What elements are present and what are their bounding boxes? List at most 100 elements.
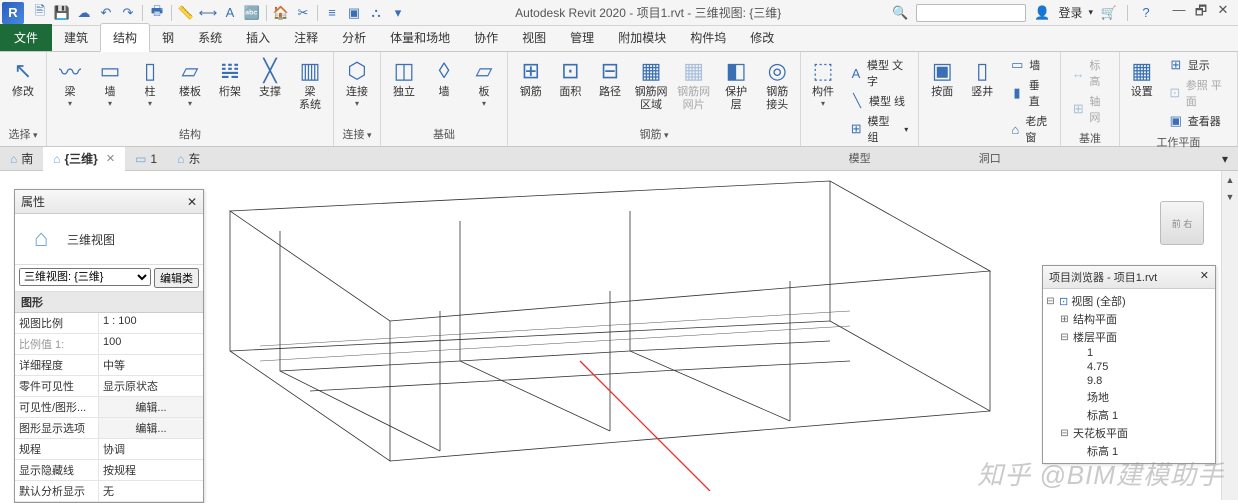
scrollbar-vertical[interactable]: ▲ ▼ (1221, 171, 1238, 500)
browser-close-icon[interactable]: ✕ (1200, 269, 1209, 285)
op-vert-button[interactable]: ▮垂直 (1005, 76, 1054, 110)
viewtab-dd[interactable]: ▾ (1212, 147, 1238, 171)
viewport[interactable]: 前 右 ◉ ✋ 🔍 ⟲ 属性✕ ⌂ 三维视图 三维视图: {三维} 编辑类 图形… (0, 171, 1238, 500)
tree-level1b[interactable]: 标高 1 (1045, 406, 1213, 424)
prop-gdo[interactable]: 图形显示选项编辑... (15, 418, 203, 439)
qat-thin-icon[interactable]: ≡ (322, 3, 342, 23)
close-tab-icon[interactable]: ✕ (106, 152, 115, 165)
model-text-button[interactable]: A模型 文字 (845, 56, 912, 90)
instance-selector[interactable]: 三维视图: {三维} (19, 268, 151, 286)
tab-massing[interactable]: 体量和场地 (378, 24, 462, 51)
tab-collaborate[interactable]: 协作 (462, 24, 510, 51)
connection-button[interactable]: ⬡连接▾ (338, 54, 376, 110)
close-button[interactable]: ✕ (1214, 2, 1232, 24)
beam-system-button[interactable]: ▥梁 系统 (291, 54, 329, 114)
qat-text-icon[interactable]: 🔤 (242, 3, 262, 23)
tree-level-98[interactable]: 9.8 (1045, 374, 1213, 388)
tab-manage[interactable]: 管理 (558, 24, 606, 51)
prop-vg[interactable]: 可见性/图形...编辑... (15, 397, 203, 418)
panel-select[interactable]: 选择 (4, 124, 42, 144)
qat-open-icon[interactable]: 🖹 (30, 3, 50, 23)
prop-hidden-lines[interactable]: 显示隐藏线按规程 (15, 460, 203, 481)
wall-button[interactable]: ▭墙▾ (91, 54, 129, 110)
set-button[interactable]: ▦设置 (1124, 54, 1160, 101)
by-face-button[interactable]: ▣按面 (923, 54, 961, 101)
tab-addins[interactable]: 附加模块 (606, 24, 678, 51)
show-button[interactable]: ⊞显示 (1164, 56, 1231, 74)
panel-connect[interactable]: 连接 (338, 124, 376, 144)
tab-structure[interactable]: 结构 (100, 23, 150, 52)
modify-button[interactable]: ↖修改 (4, 54, 42, 101)
prop-discipline[interactable]: 规程协调 (15, 439, 203, 460)
tab-modify[interactable]: 修改 (738, 24, 786, 51)
component-button[interactable]: ⬚构件▾ (805, 54, 841, 110)
qat-print-icon[interactable]: 🖶 (147, 3, 167, 23)
tab-annotate[interactable]: 注释 (282, 24, 330, 51)
model-line-button[interactable]: ╲模型 线 (845, 92, 912, 110)
prop-view-scale[interactable]: 视图比例1 : 100 (15, 313, 203, 334)
login-link[interactable]: 登录 (1058, 4, 1082, 21)
prop-analysis[interactable]: 默认分析显示无 (15, 481, 203, 502)
qat-undo-icon[interactable]: ↶ (96, 3, 116, 23)
tree-floor-plan[interactable]: ⊟楼层平面 (1045, 328, 1213, 346)
tab-file[interactable]: 文件 (0, 24, 52, 51)
edit-type-button[interactable]: 编辑类 (154, 268, 199, 288)
tree-views[interactable]: ⊟⊡视图 (全部) (1045, 292, 1213, 310)
login-dd[interactable]: ▾ (1088, 7, 1093, 18)
column-button[interactable]: ▯柱▾ (131, 54, 169, 110)
minimize-button[interactable]: — (1170, 2, 1188, 24)
restore-button[interactable]: 🗗 (1192, 2, 1210, 24)
qat-measure-icon[interactable]: 📏 (176, 3, 196, 23)
prop-detail-level[interactable]: 详细程度中等 (15, 355, 203, 376)
qat-close-icon[interactable]: ▣ (344, 3, 364, 23)
coupler-button[interactable]: ◎钢筋 接头 (758, 54, 796, 114)
qat-3d-icon[interactable]: 🏠 (271, 3, 291, 23)
qat-dim-icon[interactable]: ⟷ (198, 3, 218, 23)
viewer-button[interactable]: ▣查看器 (1164, 112, 1231, 130)
tab-architecture[interactable]: 建筑 (52, 24, 100, 51)
viewtab-3d[interactable]: ⌂{三维}✕ (43, 147, 125, 171)
qat-save-icon[interactable]: 💾 (52, 3, 72, 23)
cover-button[interactable]: ◧保护层 (716, 54, 757, 114)
slab-button[interactable]: ▱板▾ (465, 54, 503, 110)
properties-close-icon[interactable]: ✕ (187, 195, 197, 209)
tab-view[interactable]: 视图 (510, 24, 558, 51)
tree-level-1[interactable]: 1 (1045, 346, 1213, 360)
tree-site[interactable]: 场地 (1045, 388, 1213, 406)
op-wall-button[interactable]: ▭墙 (1005, 56, 1054, 74)
path-button[interactable]: ⊟路径 (591, 54, 629, 101)
rebar-button[interactable]: ⊞钢筋 (512, 54, 550, 101)
search-input[interactable] (916, 4, 1026, 22)
shaft-button[interactable]: ▯竖井 (963, 54, 1001, 101)
isolated-button[interactable]: ◫独立 (385, 54, 423, 101)
prop-parts-vis[interactable]: 零件可见性显示原状态 (15, 376, 203, 397)
tree-ceiling[interactable]: ⊟天花板平面 (1045, 424, 1213, 442)
viewtab-east[interactable]: ⌂东 (167, 147, 210, 171)
viewtab-south[interactable]: ⌂南 (0, 147, 43, 171)
tab-analyze[interactable]: 分析 (330, 24, 378, 51)
scroll-down-icon[interactable]: ▼ (1222, 188, 1238, 205)
tree-level-475[interactable]: 4.75 (1045, 360, 1213, 374)
qat-dd-icon[interactable]: ▾ (388, 3, 408, 23)
tab-systems[interactable]: 系统 (186, 24, 234, 51)
truss-button[interactable]: 𝍏桁架 (211, 54, 249, 101)
help-icon[interactable]: ? (1136, 3, 1156, 23)
scroll-up-icon[interactable]: ▲ (1222, 171, 1238, 188)
tab-gjw[interactable]: 构件坞 (678, 24, 738, 51)
floor-button[interactable]: ▱楼板▾ (171, 54, 209, 110)
found-wall-button[interactable]: ◊墙 (425, 54, 463, 101)
fabric-area-button[interactable]: ▦钢筋网 区域 (631, 54, 672, 114)
panel-rebar[interactable]: 钢筋 (512, 124, 796, 144)
view-cube[interactable]: 前 右 (1154, 195, 1210, 251)
tab-insert[interactable]: 插入 (234, 24, 282, 51)
beam-button[interactable]: 〰梁▾ (51, 54, 89, 110)
dormer-button[interactable]: ⌂老虎窗 (1005, 112, 1054, 146)
user-icon[interactable]: 👤 (1032, 3, 1052, 23)
search-icon[interactable]: 🔍 (890, 3, 910, 23)
qat-sync-icon[interactable]: ☁ (74, 3, 94, 23)
viewtab-1[interactable]: ▭1 (125, 147, 167, 171)
area-button[interactable]: ⊡面积 (552, 54, 590, 101)
tree-struct-plan[interactable]: ⊞结构平面 (1045, 310, 1213, 328)
brace-button[interactable]: ╳支撑 (251, 54, 289, 101)
qat-switch-icon[interactable]: ⛬ (366, 3, 386, 23)
